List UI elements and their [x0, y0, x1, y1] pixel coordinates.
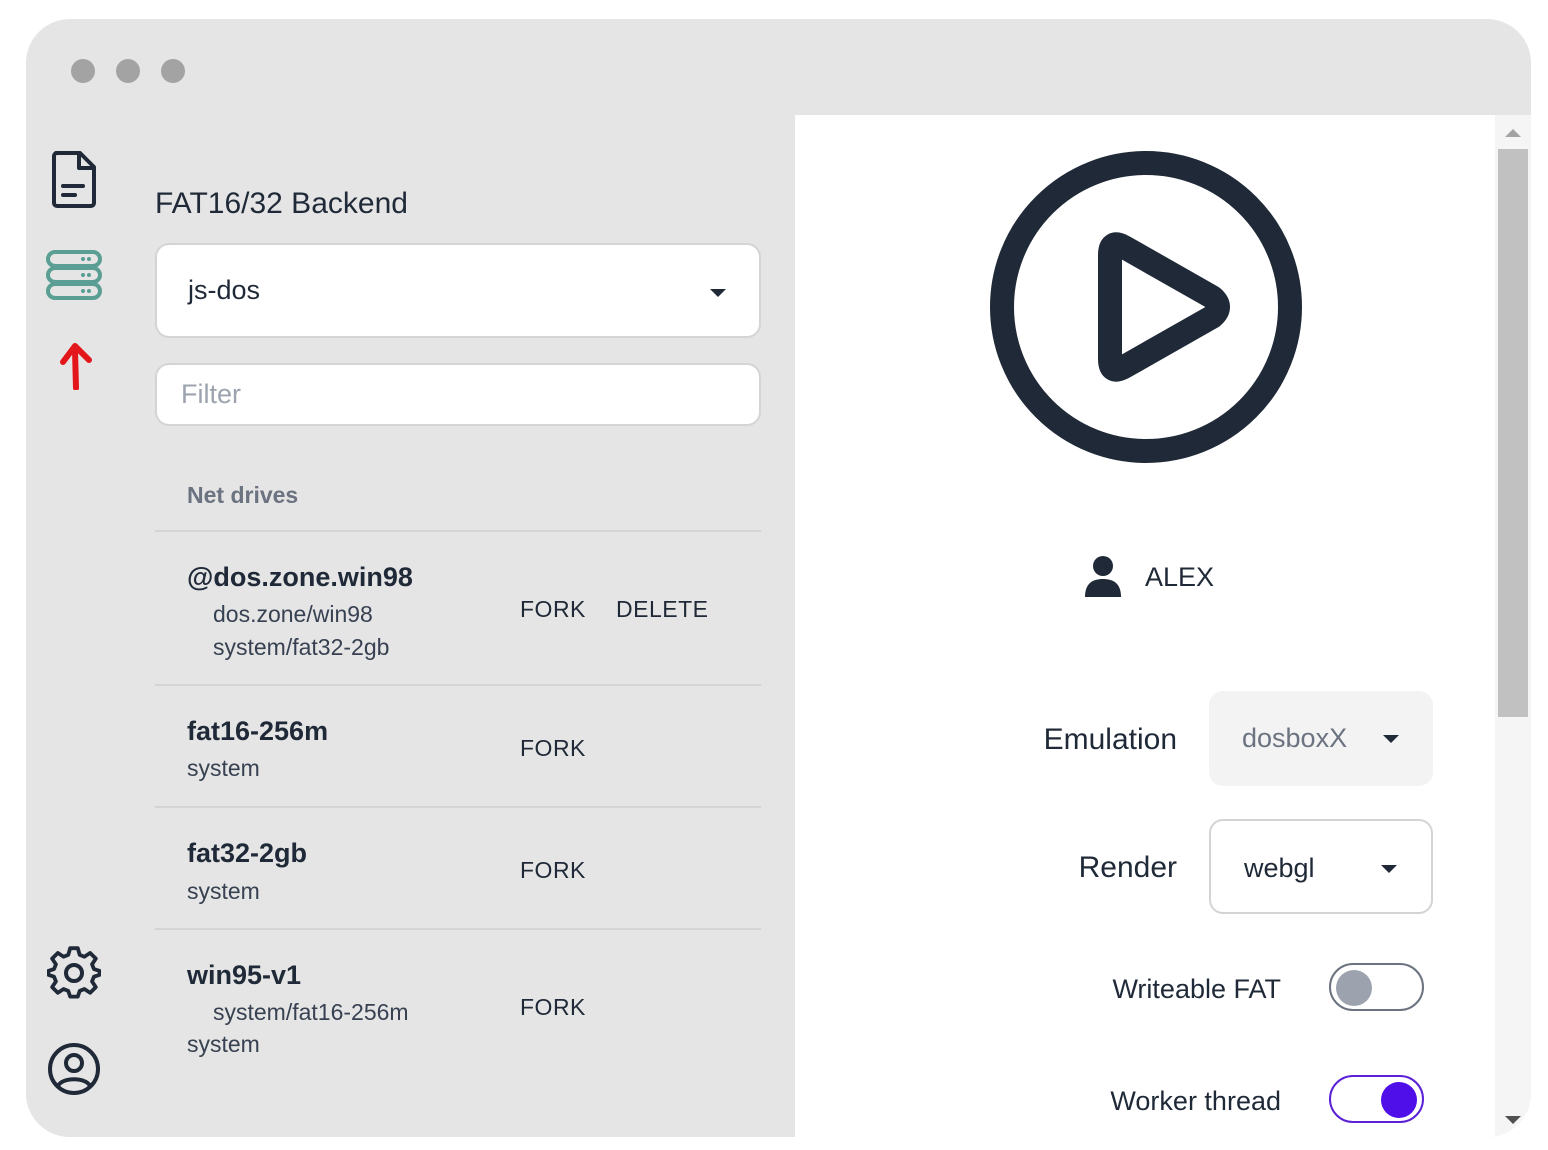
- fork-button[interactable]: FORK: [520, 596, 586, 623]
- backend-select[interactable]: js-dos: [155, 243, 761, 338]
- drive-parent: system: [187, 755, 260, 781]
- drive-parent: system: [187, 1031, 260, 1057]
- emulation-label: Emulation: [1043, 723, 1177, 756]
- play-button[interactable]: [990, 151, 1302, 463]
- chevron-down-icon: [710, 289, 726, 297]
- user-icon: [1085, 556, 1121, 597]
- window-control-maximize[interactable]: [161, 59, 185, 83]
- title-bar: [26, 19, 1531, 115]
- window-control-close[interactable]: [71, 59, 95, 83]
- drive-parent: system: [187, 878, 260, 904]
- fork-button[interactable]: FORK: [520, 735, 586, 762]
- backend-select-value: js-dos: [188, 275, 261, 305]
- scroll-down-icon[interactable]: [1505, 1116, 1521, 1124]
- delete-button[interactable]: DELETE: [616, 596, 708, 623]
- render-label: Render: [1078, 851, 1177, 884]
- writeable-fat-label: Writeable FAT: [1112, 974, 1281, 1004]
- list-item: @dos.zone.win98 dos.zone/win98 system/fa…: [155, 532, 761, 684]
- play-circle-icon: [990, 151, 1302, 463]
- list-item: win95-v1 system/fat16-256m system FORK: [155, 930, 761, 1080]
- toggle-knob: [1381, 1082, 1417, 1118]
- fork-button[interactable]: FORK: [520, 857, 586, 884]
- drive-name: win95-v1: [187, 960, 302, 990]
- toggle-knob: [1336, 970, 1372, 1006]
- drive-parent: system/fat32-2gb: [213, 634, 390, 660]
- document-icon[interactable]: [46, 149, 102, 209]
- drive-name: fat16-256m: [187, 716, 329, 746]
- render-select-value: webgl: [1244, 853, 1315, 883]
- worker-thread-label: Worker thread: [1110, 1086, 1281, 1116]
- server-icon[interactable]: [44, 249, 104, 301]
- net-drives-header: Net drives: [187, 482, 299, 508]
- writeable-fat-toggle[interactable]: [1329, 963, 1424, 1011]
- worker-thread-toggle[interactable]: [1329, 1075, 1424, 1123]
- arrow-up-icon[interactable]: [58, 341, 94, 391]
- run-panel: ALEX Emulation dosboxX Render webgl Writ…: [795, 115, 1495, 1137]
- list-item: fat16-256m system FORK: [155, 686, 761, 806]
- chevron-down-icon: [1381, 865, 1397, 873]
- emulation-select-value: dosboxX: [1242, 723, 1348, 753]
- window-control-minimize[interactable]: [116, 59, 140, 83]
- scroll-up-icon[interactable]: [1505, 129, 1521, 137]
- drive-path: system/fat16-256m: [213, 999, 409, 1025]
- chevron-down-icon: [1383, 735, 1399, 743]
- gear-icon[interactable]: [46, 945, 102, 1001]
- list-item: fat32-2gb system FORK: [155, 808, 761, 928]
- drives-panel: FAT16/32 Backend js-dos Net drives @dos.…: [122, 115, 795, 1137]
- emulation-select: dosboxX: [1209, 691, 1433, 786]
- drive-name: fat32-2gb: [187, 838, 308, 868]
- fork-button[interactable]: FORK: [520, 994, 586, 1021]
- user-row: ALEX: [1085, 555, 1214, 599]
- sidebar: [26, 115, 122, 1137]
- drive-path: dos.zone/win98: [213, 601, 373, 627]
- user-name: ALEX: [1145, 561, 1215, 592]
- backend-title: FAT16/32 Backend: [155, 187, 408, 220]
- drive-name: @dos.zone.win98: [187, 562, 413, 592]
- user-circle-icon[interactable]: [46, 1041, 102, 1097]
- scrollbar[interactable]: [1495, 115, 1531, 1137]
- render-select[interactable]: webgl: [1209, 819, 1433, 914]
- scroll-thumb[interactable]: [1498, 149, 1528, 717]
- filter-input[interactable]: [155, 363, 761, 426]
- app-window: FAT16/32 Backend js-dos Net drives @dos.…: [26, 19, 1531, 1137]
